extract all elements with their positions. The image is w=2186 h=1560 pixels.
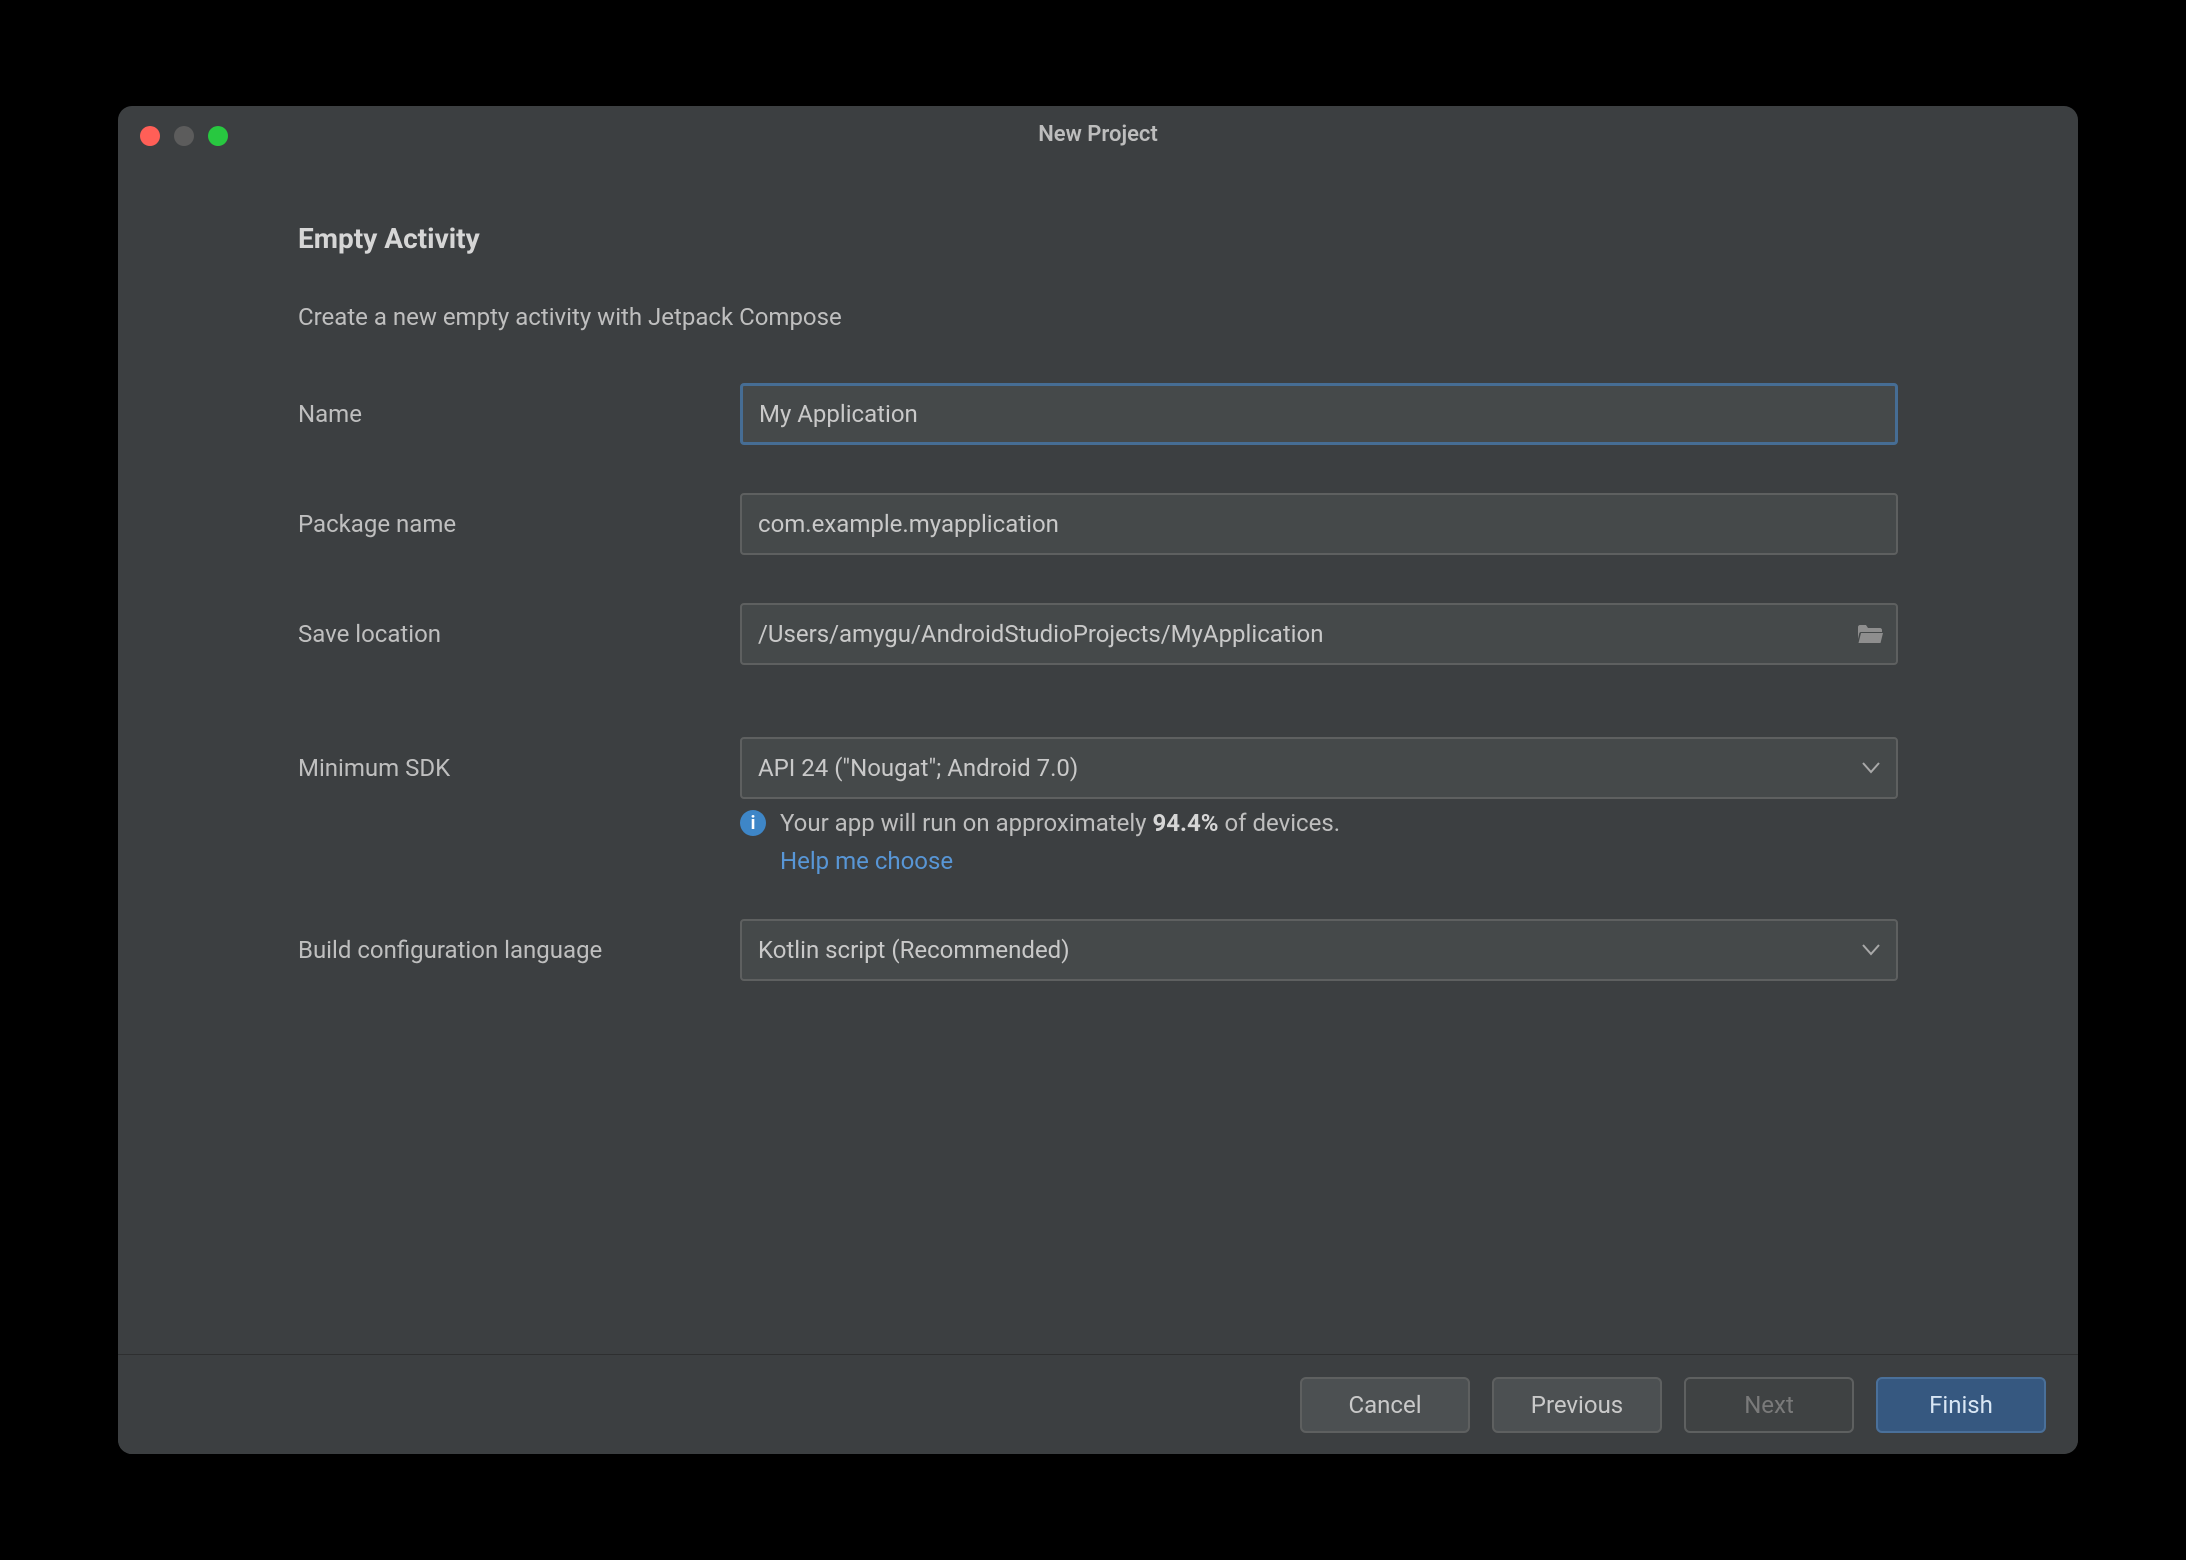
row-package: Package name (298, 493, 1898, 555)
row-build-lang: Build configuration language Kotlin scri… (298, 919, 1898, 981)
dialog-footer: Cancel Previous Next Finish (118, 1354, 2078, 1454)
sdk-info-suffix: of devices. (1219, 809, 1341, 837)
name-input[interactable] (740, 383, 1898, 445)
min-sdk-value: API 24 ("Nougat"; Android 7.0) (758, 754, 1078, 782)
min-sdk-label: Minimum SDK (298, 754, 740, 782)
page-heading: Empty Activity (298, 222, 1898, 255)
close-window-button[interactable] (140, 126, 160, 146)
maximize-window-button[interactable] (208, 126, 228, 146)
dialog-content: Empty Activity Create a new empty activi… (118, 162, 2078, 1354)
new-project-dialog: New Project Empty Activity Create a new … (118, 106, 2078, 1454)
build-lang-select[interactable]: Kotlin script (Recommended) (740, 919, 1898, 981)
row-location: Save location (298, 603, 1898, 665)
chevron-down-icon (1862, 944, 1880, 956)
cancel-button[interactable]: Cancel (1300, 1377, 1470, 1433)
row-name: Name (298, 383, 1898, 445)
package-label: Package name (298, 510, 740, 538)
location-input[interactable] (740, 603, 1898, 665)
package-input[interactable] (740, 493, 1898, 555)
next-button: Next (1684, 1377, 1854, 1433)
window-title: New Project (1038, 122, 1158, 147)
build-lang-value: Kotlin script (Recommended) (758, 936, 1070, 964)
titlebar: New Project (118, 106, 2078, 162)
sdk-info-block: i Your app will run on approximately 94.… (740, 809, 1898, 875)
row-min-sdk: Minimum SDK API 24 ("Nougat"; Android 7.… (298, 737, 1898, 799)
name-label: Name (298, 400, 740, 428)
help-me-choose-link[interactable]: Help me choose (780, 847, 1898, 875)
previous-button[interactable]: Previous (1492, 1377, 1662, 1433)
info-icon: i (740, 810, 766, 836)
window-controls (140, 126, 228, 146)
build-lang-label: Build configuration language (298, 936, 740, 964)
min-sdk-select[interactable]: API 24 ("Nougat"; Android 7.0) (740, 737, 1898, 799)
location-label: Save location (298, 620, 740, 648)
chevron-down-icon (1862, 762, 1880, 774)
minimize-window-button[interactable] (174, 126, 194, 146)
page-subheading: Create a new empty activity with Jetpack… (298, 303, 1898, 331)
sdk-info-text: i Your app will run on approximately 94.… (740, 809, 1898, 837)
finish-button[interactable]: Finish (1876, 1377, 2046, 1433)
folder-open-icon[interactable] (1856, 623, 1884, 645)
sdk-info-percent: 94.4% (1153, 809, 1219, 837)
sdk-info-prefix: Your app will run on approximately (780, 809, 1153, 837)
